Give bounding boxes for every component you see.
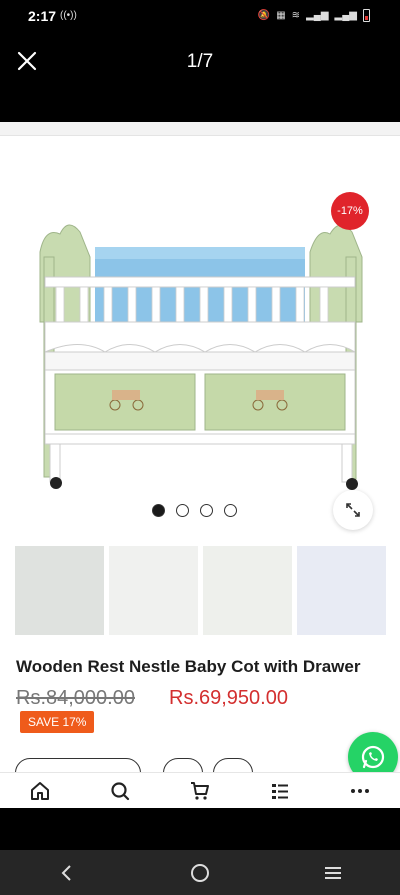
carousel-dot[interactable] xyxy=(224,504,237,517)
system-recents-button[interactable] xyxy=(303,858,363,888)
whatsapp-icon xyxy=(361,745,385,769)
carousel-dot[interactable] xyxy=(152,504,165,517)
hotspot-icon: ((•)) xyxy=(60,10,77,21)
more-icon xyxy=(351,788,369,793)
system-navigation-bar xyxy=(0,850,400,895)
home-icon xyxy=(31,781,49,800)
expand-icon xyxy=(346,503,360,517)
nav-cart[interactable] xyxy=(160,773,240,808)
status-bar: 2:17 ((•)) 🔕 ▦ ≋ ▂▄▆ ▂▄▆ xyxy=(0,0,400,32)
page-top-strip xyxy=(0,122,400,136)
nav-list[interactable] xyxy=(240,773,320,808)
system-home-button[interactable] xyxy=(170,858,230,888)
carousel-dot[interactable] xyxy=(176,504,189,517)
list-icon xyxy=(272,783,288,799)
nav-search[interactable] xyxy=(80,773,160,808)
old-price: Rs.84,000.00 xyxy=(16,687,135,709)
system-back-button[interactable] xyxy=(37,858,97,888)
thumbnail[interactable] xyxy=(109,546,198,635)
product-title: Wooden Rest Nestle Baby Cot with Drawer xyxy=(16,657,361,676)
thumbnail[interactable] xyxy=(15,546,104,635)
carousel-dot[interactable] xyxy=(200,504,213,517)
save-badge: SAVE 17% xyxy=(20,711,95,733)
search-icon xyxy=(111,781,130,800)
share-button[interactable] xyxy=(213,758,253,772)
image-viewer-header: 1/7 xyxy=(0,32,400,122)
thumbnail-strip xyxy=(15,546,386,635)
menu-icon xyxy=(325,866,342,879)
signal-icon: ▂▄▆ xyxy=(306,10,329,21)
discount-badge: -17% xyxy=(331,192,369,230)
expand-button[interactable] xyxy=(333,490,373,530)
action-buttons-row xyxy=(0,752,400,772)
image-counter: 1/7 xyxy=(186,51,214,72)
viewer-footer xyxy=(0,808,400,850)
status-icons: 🔕 ▦ ≋ ▂▄▆ ▂▄▆ xyxy=(258,9,370,22)
home-circle-icon xyxy=(190,863,209,882)
product-page: -17% Wooden Rest Nestle Baby Cot with Dr… xyxy=(0,122,400,808)
signal-2-icon: ▂▄▆ xyxy=(334,10,357,21)
back-icon xyxy=(61,864,71,881)
battery-icon xyxy=(363,9,370,22)
mute-icon: 🔕 xyxy=(257,10,271,21)
thumbnail[interactable] xyxy=(297,546,386,635)
nav-home[interactable] xyxy=(0,773,80,808)
status-time: 2:17 xyxy=(28,8,57,24)
add-to-cart-button[interactable] xyxy=(15,758,141,772)
cart-icon xyxy=(191,781,209,800)
bottom-navigation xyxy=(0,772,400,808)
carousel-dots xyxy=(152,504,237,517)
nav-more[interactable] xyxy=(320,773,400,808)
thumbnail[interactable] xyxy=(203,546,292,635)
wifi-icon: ≋ xyxy=(291,10,301,21)
wishlist-button[interactable] xyxy=(163,758,203,772)
sale-price: Rs.69,950.00 xyxy=(169,687,288,709)
volte-icon: ▦ xyxy=(276,10,286,21)
